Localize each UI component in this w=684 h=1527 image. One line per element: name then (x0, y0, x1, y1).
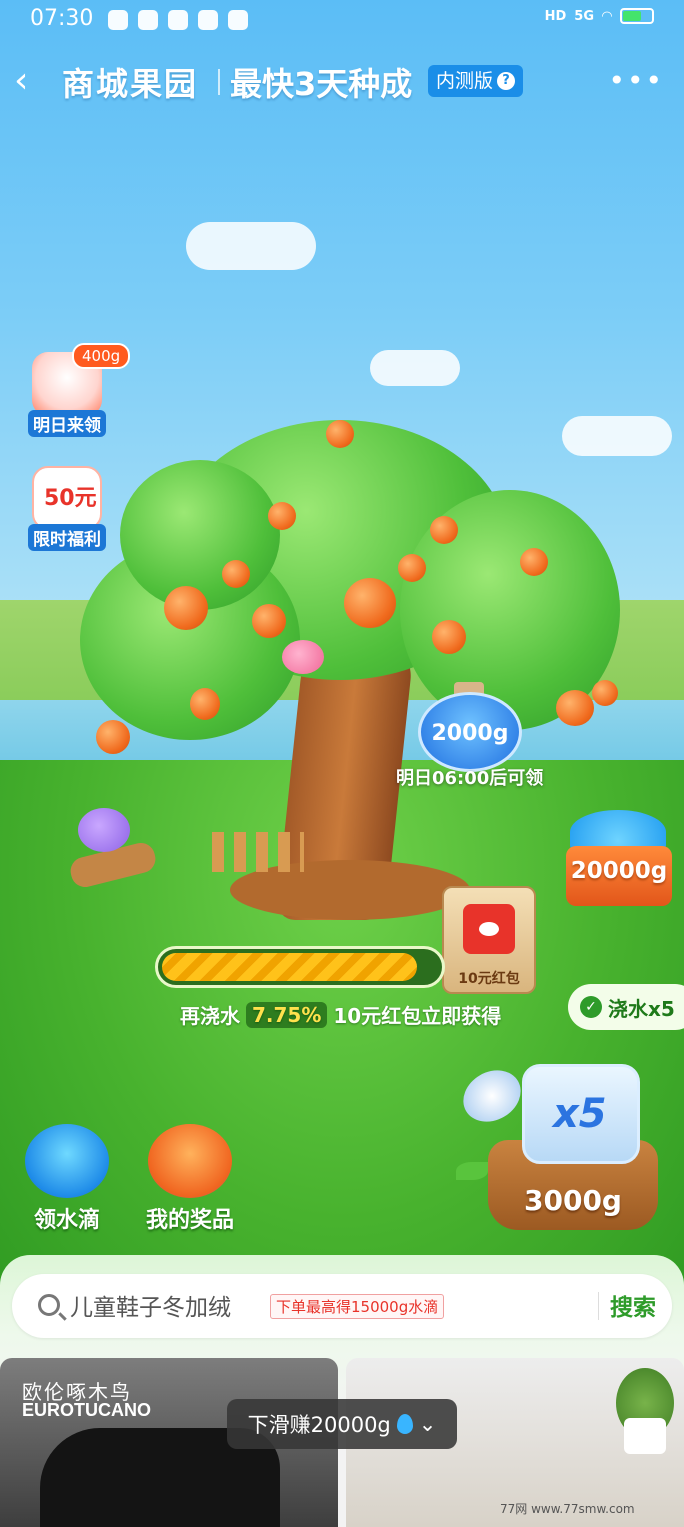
bottle-amount: 2000g (431, 721, 509, 746)
water-reward-box[interactable]: 20000g (566, 810, 672, 906)
my-prizes-label: 我的奖品 (145, 1208, 234, 1233)
gift-box-icon (148, 1124, 232, 1198)
page-subtitle: 最快3天种成 (230, 65, 413, 103)
question-icon[interactable]: ? (497, 72, 516, 90)
welfare-coupon-icon: 50元 (32, 466, 102, 530)
cloud (186, 222, 316, 270)
watering-multiplier: x5 (553, 1091, 607, 1137)
water-bottle[interactable]: 2000g (418, 692, 522, 772)
orange-fruit (252, 604, 286, 638)
orange-fruit (520, 548, 548, 576)
progress-fill (162, 953, 417, 981)
wooden-fence (212, 832, 304, 872)
tiktok-icon (228, 10, 248, 30)
app-notification-icon (138, 10, 158, 30)
back-arrow-icon[interactable]: ‹ (14, 63, 48, 103)
orange-fruit (326, 420, 354, 448)
search-promo-tag: 下单最高得15000g水滴 (270, 1294, 445, 1319)
progress-suffix: 10元红包立即获得 (333, 1004, 502, 1028)
reward-box-amount: 20000g (570, 858, 668, 884)
chevron-down-icon: ⌄ (418, 1412, 437, 1436)
status-bar: 07:30 HD 5G ◠ (0, 0, 684, 40)
scroll-hint-text: 下滑赚20000g (247, 1413, 391, 1437)
battery-icon (620, 8, 654, 24)
orange-fruit (164, 586, 208, 630)
pink-bird (282, 640, 324, 674)
orange-fruit (344, 578, 396, 628)
leaf-decoration (456, 1162, 488, 1180)
check-icon: ✓ (580, 996, 602, 1018)
beta-badge[interactable]: 内测版 ? (428, 65, 524, 97)
app-header: ‹ 商城果园 最快3天种成 内测版 ? ••• (0, 55, 684, 111)
cloud (562, 416, 672, 456)
page-title: 商城果园 (62, 65, 199, 103)
watering-amount: 3000g (524, 1184, 622, 1217)
watermark: 77网 www.77smw.com (500, 1502, 635, 1516)
system-icons: HD 5G ◠ (545, 8, 654, 24)
red-envelope-reward[interactable]: 10元红包 (442, 886, 536, 994)
app-notification-icon (168, 10, 188, 30)
orange-fruit (432, 620, 466, 654)
progress-remaining: 7.75% (246, 1001, 328, 1028)
search-button[interactable]: 搜索 (610, 1288, 656, 1322)
get-water-drops-label: 领水滴 (33, 1208, 100, 1233)
more-dots-icon[interactable]: ••• (608, 67, 664, 95)
orange-fruit (398, 554, 426, 582)
my-prizes-button[interactable]: 我的奖品 (136, 1124, 244, 1234)
orange-fruit (222, 560, 250, 588)
red-envelope-icon (463, 904, 515, 954)
search-query[interactable]: 儿童鞋子冬加绒 (70, 1288, 231, 1322)
signal-icon: 5G (574, 8, 594, 24)
notification-icons (108, 10, 248, 30)
wifi-icon: ◠ (602, 8, 612, 24)
cloud (370, 350, 460, 386)
app-notification-icon (198, 10, 218, 30)
product-image-pot (624, 1418, 666, 1454)
limited-welfare-widget[interactable]: 50元 限时福利 (22, 466, 112, 551)
beta-label: 内测版 (436, 70, 494, 92)
orange-fruit (190, 688, 220, 720)
progress-text: 再浇水 7.75% 10元红包立即获得 (180, 1000, 501, 1029)
tomorrow-claim-label: 明日来领 (28, 410, 106, 437)
growth-progress-bar (155, 946, 445, 988)
orange-fruit (592, 680, 618, 706)
title-divider (218, 69, 220, 95)
orange-fruit (268, 502, 296, 530)
progress-prefix: 再浇水 (180, 1004, 240, 1028)
red-envelope-label: 10元红包 (458, 971, 520, 987)
status-time: 07:30 (30, 6, 94, 31)
get-water-drops-button[interactable]: 领水滴 (20, 1124, 114, 1234)
water-x5-label: 浇水x5 (608, 996, 675, 1021)
product-brand-en: EUROTUCANO (22, 1400, 151, 1420)
orange-fruit (556, 690, 594, 726)
watering-can-button[interactable]: x5 (522, 1064, 640, 1164)
hd-icon: HD (544, 8, 567, 24)
bottle-claim-note: 明日06:00后可领 (396, 768, 544, 789)
search-divider (598, 1292, 599, 1320)
water-drop-hand-icon (25, 1124, 109, 1198)
orange-fruit (96, 720, 130, 754)
water-x5-toggle[interactable]: ✓ 浇水x5 (568, 984, 684, 1030)
limited-welfare-label: 限时福利 (28, 524, 106, 551)
app-notification-icon (108, 10, 128, 30)
welfare-amount: 50元 (44, 486, 97, 511)
water-drop-icon (396, 1414, 413, 1434)
tree-canopy (120, 460, 280, 610)
scroll-hint-toast[interactable]: 下滑赚20000g ⌄ (227, 1399, 457, 1449)
tomorrow-claim-badge: 400g (72, 343, 131, 369)
search-bar[interactable]: 儿童鞋子冬加绒 下单最高得15000g水滴 搜索 (12, 1274, 672, 1338)
purple-bird (78, 808, 130, 852)
orange-fruit (430, 516, 458, 544)
search-icon (38, 1294, 60, 1316)
